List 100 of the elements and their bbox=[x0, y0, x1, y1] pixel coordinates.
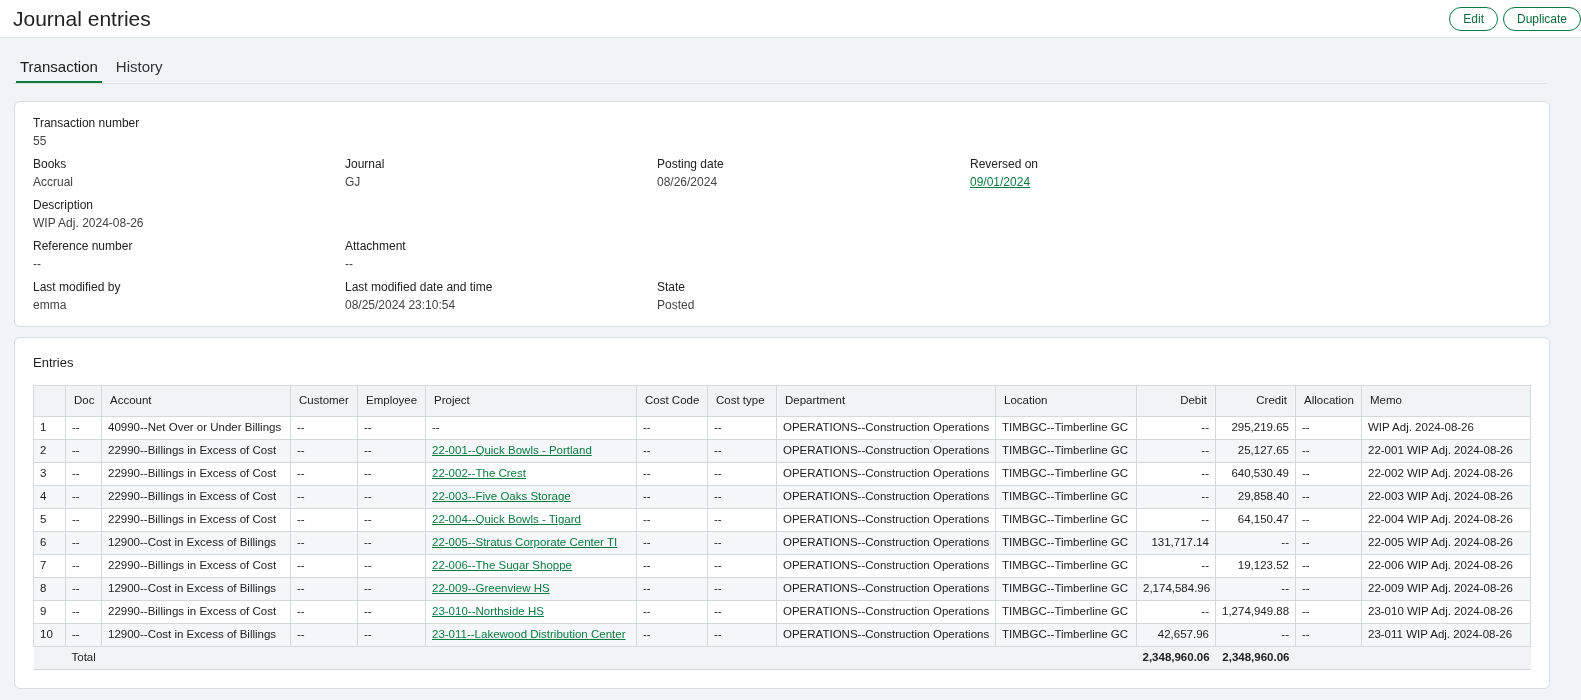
field-label: Last modified date and time bbox=[345, 279, 494, 294]
table-cell: -- bbox=[364, 536, 372, 549]
table-cell: 295,219.65 bbox=[1231, 421, 1289, 434]
table-cell: -- bbox=[432, 421, 440, 434]
table-cell: OPERATIONS--Construction Operations bbox=[783, 421, 990, 434]
table-cell: TIMBGC--Timberline GC bbox=[1002, 490, 1129, 503]
table-cell: -- bbox=[1281, 628, 1289, 641]
table-cell: -- bbox=[1201, 421, 1209, 434]
table-cell: -- bbox=[643, 490, 651, 503]
table-cell: -- bbox=[297, 421, 305, 434]
table-cell: TIMBGC--Timberline GC bbox=[1002, 444, 1129, 457]
table-cell: 22-004 WIP Adj. 2024-08-26 bbox=[1368, 513, 1513, 526]
table-cell: -- bbox=[1281, 582, 1289, 595]
table-cell: OPERATIONS--Construction Operations bbox=[783, 582, 990, 595]
total-credit: 2,348,960.06 bbox=[1222, 651, 1290, 664]
table-cell: 22990--Billings in Excess of Cost bbox=[108, 605, 277, 618]
row-number: 9 bbox=[40, 605, 47, 618]
table-cell: -- bbox=[643, 536, 651, 549]
field-value: Accrual bbox=[33, 174, 74, 189]
table-cell: -- bbox=[714, 628, 722, 641]
table-cell: 22990--Billings in Excess of Cost bbox=[108, 467, 277, 480]
table-cell: -- bbox=[714, 421, 722, 434]
table-cell: -- bbox=[643, 559, 651, 572]
table-cell: 22-003 WIP Adj. 2024-08-26 bbox=[1368, 490, 1513, 503]
table-cell: -- bbox=[297, 559, 305, 572]
tab[interactable]: History bbox=[111, 56, 167, 83]
table-cell: -- bbox=[1302, 467, 1310, 480]
table-cell: -- bbox=[364, 490, 372, 503]
table-cell: -- bbox=[714, 513, 722, 526]
field-label: Transaction number bbox=[33, 115, 141, 130]
field-value: emma bbox=[33, 297, 68, 312]
column-header: Cost Code bbox=[645, 394, 700, 407]
table-cell: -- bbox=[364, 513, 372, 526]
row-number: 10 bbox=[40, 628, 53, 641]
field-value: 08/26/2024 bbox=[657, 174, 719, 189]
table-cell: 23-010 WIP Adj. 2024-08-26 bbox=[1368, 605, 1513, 618]
table-cell: -- bbox=[364, 559, 372, 572]
action-button[interactable]: Duplicate bbox=[1502, 6, 1581, 31]
field-link[interactable]: 09/01/2024 bbox=[970, 174, 1031, 189]
table-cell: -- bbox=[72, 605, 80, 618]
table-cell: -- bbox=[1302, 559, 1310, 572]
row-number: 8 bbox=[40, 582, 47, 595]
table-cell: 131,717.14 bbox=[1151, 536, 1209, 549]
table-cell: -- bbox=[1201, 490, 1209, 503]
table-cell: -- bbox=[1302, 490, 1310, 503]
table-cell: 40990--Net Over or Under Billings bbox=[108, 421, 282, 434]
field-value: GJ bbox=[345, 174, 362, 189]
table-cell: -- bbox=[643, 444, 651, 457]
field-label: Books bbox=[33, 156, 68, 171]
field-label: Reference number bbox=[33, 238, 134, 253]
table-cell: -- bbox=[1201, 513, 1209, 526]
column-header: Project bbox=[434, 394, 470, 407]
table-cell: TIMBGC--Timberline GC bbox=[1002, 628, 1129, 641]
field-value: Posted bbox=[657, 297, 696, 312]
table-cell: -- bbox=[364, 605, 372, 618]
table-cell: -- bbox=[72, 536, 80, 549]
table-cell: 1,274,949.88 bbox=[1222, 605, 1290, 618]
field-value: WIP Adj. 2024-08-26 bbox=[33, 215, 145, 230]
field-label: Journal bbox=[345, 156, 386, 171]
table-cell: -- bbox=[297, 536, 305, 549]
field-value: -- bbox=[345, 256, 354, 271]
row-number: 6 bbox=[40, 536, 47, 549]
column-header: Account bbox=[110, 394, 152, 407]
table-cell: -- bbox=[1281, 536, 1289, 549]
column-header: Department bbox=[785, 394, 846, 407]
table-cell: -- bbox=[643, 513, 651, 526]
table-cell: OPERATIONS--Construction Operations bbox=[783, 513, 990, 526]
column-header: Location bbox=[1004, 394, 1048, 407]
table-cell: -- bbox=[1302, 582, 1310, 595]
table-cell: -- bbox=[643, 467, 651, 480]
table-cell: -- bbox=[1201, 605, 1209, 618]
field-value: -- bbox=[33, 256, 42, 271]
column-header: Doc bbox=[74, 394, 95, 407]
table-cell: -- bbox=[1302, 421, 1310, 434]
table-cell: -- bbox=[364, 467, 372, 480]
table-cell: 25,127.65 bbox=[1237, 444, 1289, 457]
field-label: State bbox=[657, 279, 687, 294]
table-cell: -- bbox=[714, 559, 722, 572]
table-cell: -- bbox=[72, 490, 80, 503]
section-title: Entries bbox=[33, 353, 75, 372]
table-cell: 22-002 WIP Adj. 2024-08-26 bbox=[1368, 467, 1513, 480]
table-cell: -- bbox=[297, 467, 305, 480]
row-number: 5 bbox=[40, 513, 47, 526]
table-cell: 22990--Billings in Excess of Cost bbox=[108, 444, 277, 457]
table-cell: 64,150.47 bbox=[1237, 513, 1289, 526]
action-button[interactable]: Edit bbox=[1449, 6, 1498, 31]
column-header: Credit bbox=[1256, 394, 1287, 407]
table-cell: OPERATIONS--Construction Operations bbox=[783, 536, 990, 549]
table-cell: -- bbox=[714, 605, 722, 618]
table-cell: -- bbox=[714, 582, 722, 595]
table-cell: OPERATIONS--Construction Operations bbox=[783, 467, 990, 480]
tab[interactable]: Transaction bbox=[16, 56, 102, 83]
table-cell: WIP Adj. 2024-08-26 bbox=[1368, 421, 1474, 434]
table-cell: -- bbox=[72, 513, 80, 526]
row-number: 3 bbox=[40, 467, 47, 480]
table-cell: -- bbox=[72, 582, 80, 595]
table-cell: TIMBGC--Timberline GC bbox=[1002, 559, 1129, 572]
column-header: Customer bbox=[299, 394, 349, 407]
table-cell: 29,858.40 bbox=[1237, 490, 1289, 503]
table-cell: 23-011 WIP Adj. 2024-08-26 bbox=[1368, 628, 1513, 641]
